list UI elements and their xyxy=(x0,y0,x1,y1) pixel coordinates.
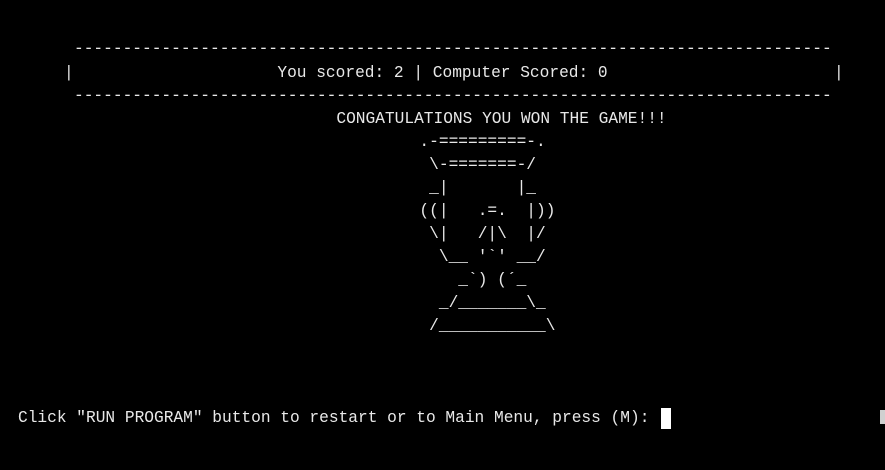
score-rule-bottom: ----------------------------------------… xyxy=(74,87,834,105)
text-cursor[interactable] xyxy=(661,408,672,429)
terminal-screen: ----------------------------------------… xyxy=(0,0,885,470)
scrollbar-edge xyxy=(880,410,885,424)
restart-prompt-text: Click "RUN PROGRAM" button to restart or… xyxy=(18,409,660,427)
score-box-right-border: | xyxy=(834,64,844,82)
restart-prompt-row[interactable]: Click "RUN PROGRAM" button to restart or… xyxy=(18,407,672,430)
trophy-ascii-art: .-=========-. \-=======-/ _| |_ ((| .=. … xyxy=(419,133,556,335)
win-message: CONGATULATIONS YOU WON THE GAME!!! xyxy=(336,110,667,128)
score-rule-top: ----------------------------------------… xyxy=(74,40,834,58)
score-line: You scored: 2 | Computer Scored: 0 xyxy=(277,64,608,82)
